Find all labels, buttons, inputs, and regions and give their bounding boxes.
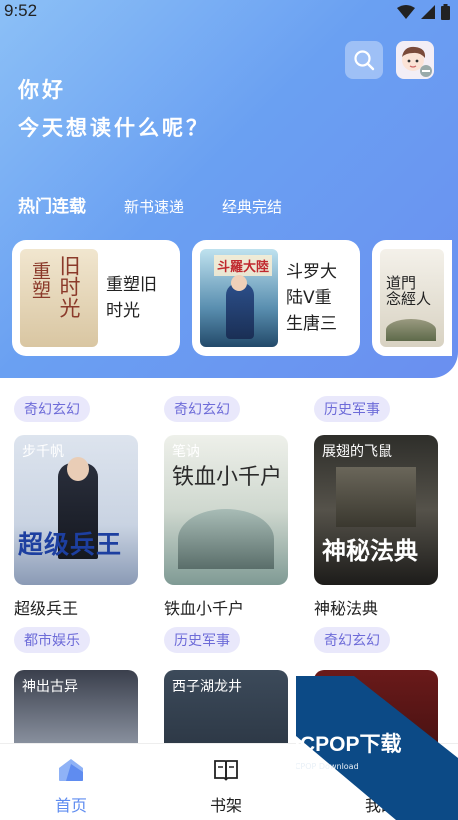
book-name: 超级兵王 xyxy=(14,599,79,618)
book-item[interactable]: 笔讷 铁血小千户 铁血小千户 历史军事 xyxy=(164,435,288,653)
avatar[interactable] xyxy=(396,41,434,79)
book-cover: 步千帆 超级兵王 xyxy=(14,435,138,585)
cover-author: 展翅的飞鼠 xyxy=(322,444,392,460)
genre-tag: 都市娱乐 xyxy=(14,627,90,653)
cover-author: 笔讷 xyxy=(172,444,200,460)
category-tabs: 热门连载 新书速递 经典完结 xyxy=(18,192,320,217)
watermark-sub: PCPOP Download xyxy=(296,762,359,771)
nav-bookshelf-label: 书架 xyxy=(209,796,242,815)
book-item[interactable]: 展翅的飞鼠 神秘法典 神秘法典 奇幻玄幻 xyxy=(314,435,438,653)
featured-title: 斗罗大陆V重生唐三 xyxy=(286,262,337,334)
tag: 历史军事 xyxy=(314,396,390,422)
watermark-brand: PCPOP下载 xyxy=(296,733,402,756)
nav-home[interactable]: 首页 xyxy=(36,758,106,816)
tab-hot-serial[interactable]: 热门连载 xyxy=(18,192,86,217)
cover-author: 神出古异 xyxy=(22,679,78,695)
book-cover: 道門 念經人 xyxy=(380,249,444,347)
book-name: 铁血小千户 xyxy=(164,599,245,618)
book-item[interactable]: 步千帆 超级兵王 超级兵王 都市娱乐 xyxy=(14,435,138,653)
status-icons xyxy=(397,4,450,20)
book-cover: 展翅的飞鼠 神秘法典 xyxy=(314,435,438,585)
tab-classic-complete[interactable]: 经典完结 xyxy=(222,196,282,217)
featured-card[interactable]: 道門 念經人 xyxy=(372,240,452,356)
book-cover: 重塑 旧时光 xyxy=(20,249,98,347)
genre-tag: 奇幻玄幻 xyxy=(164,396,240,422)
battery-icon xyxy=(441,4,450,20)
featured-title: 重塑旧时光 xyxy=(106,275,157,321)
signal-icon xyxy=(421,5,435,19)
book-icon xyxy=(214,760,238,781)
cover-author: 西子湖龙井 xyxy=(172,679,242,695)
home-icon xyxy=(59,759,83,781)
featured-card[interactable]: 斗羅大陸 斗罗大陆V重生唐三 xyxy=(192,240,360,356)
book-name: 神秘法典 xyxy=(314,599,379,618)
search-icon xyxy=(354,50,375,71)
book-cover: 笔讷 铁血小千户 xyxy=(164,435,288,585)
featured-card[interactable]: 重塑 旧时光 重塑旧时光 xyxy=(12,240,180,356)
tag: 奇幻玄幻 xyxy=(164,396,240,422)
tag: 奇幻玄幻 xyxy=(14,396,90,422)
cover-author: 步千帆 xyxy=(22,444,64,460)
genre-tag: 奇幻玄幻 xyxy=(314,627,390,653)
watermark: PCPOP下载 PCPOP Download xyxy=(296,676,458,820)
genre-tag: 历史军事 xyxy=(164,627,240,653)
genre-tag: 奇幻玄幻 xyxy=(14,396,90,422)
watermark-text: PCPOP下载 xyxy=(296,728,402,758)
nav-bookshelf[interactable]: 书架 xyxy=(191,758,261,816)
status-bar: 9:52 xyxy=(0,0,458,26)
wifi-icon xyxy=(397,5,415,19)
tab-new-books[interactable]: 新书速递 xyxy=(124,196,184,217)
status-time: 9:52 xyxy=(4,1,38,20)
featured-cards: 重塑 旧时光 重塑旧时光 斗羅大陸 斗罗大陆V重生唐三 道門 念經人 xyxy=(12,240,452,356)
book-cover: 斗羅大陸 xyxy=(200,249,278,347)
greeting-line2: 今天想读什么呢？ xyxy=(18,116,210,140)
avatar-icon xyxy=(402,46,432,77)
greeting-line1: 你好 xyxy=(18,78,66,102)
search-button[interactable] xyxy=(345,41,383,79)
nav-home-label: 首页 xyxy=(54,796,87,815)
header-panel: 你好 今天想读什么呢？ 热门连载 新书速递 经典完结 重塑 旧时光 重塑旧时光 … xyxy=(0,0,458,378)
genre-tag: 历史军事 xyxy=(314,396,390,422)
